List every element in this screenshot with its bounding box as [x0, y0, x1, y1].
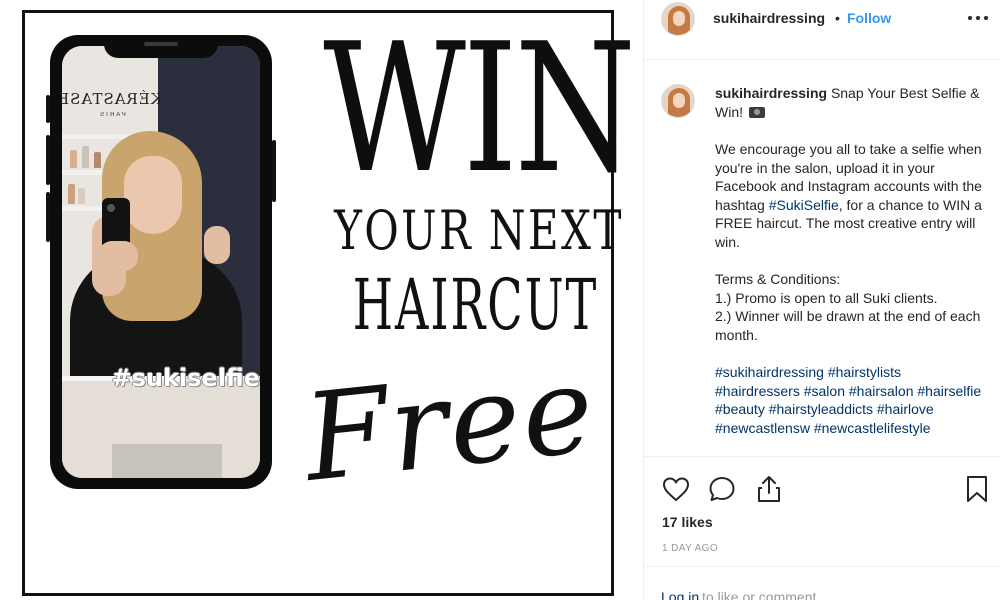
selfie-photo: KÉRASTASE PARIS #sukiselfie [62, 46, 260, 478]
shelf-product [68, 184, 75, 204]
hashtag-link[interactable]: #newcastlensw [715, 420, 810, 436]
hashtag-link[interactable]: #newcastlelifestyle [814, 420, 931, 436]
post-header: sukihairdressing • Follow [644, 0, 1000, 60]
login-link[interactable]: Log in [661, 589, 699, 600]
bookmark-icon[interactable] [962, 474, 992, 504]
comment-bubble-icon[interactable] [707, 474, 737, 504]
person-face [124, 156, 182, 234]
phone-camera [107, 204, 115, 212]
terms-heading: Terms & Conditions: [715, 271, 841, 287]
caption-avatar[interactable] [661, 84, 695, 118]
more-dot [984, 16, 988, 20]
shelf-product [70, 150, 77, 168]
shelf-product [78, 188, 85, 204]
hashtag-link[interactable]: #sukihairdressing [715, 364, 824, 380]
more-dot [976, 16, 980, 20]
post-image[interactable]: KÉRASTASE PARIS #sukiselfie WIN YOUR NEX… [0, 0, 643, 600]
headline-free: Free [298, 340, 602, 509]
counter-drawer [112, 444, 222, 478]
brand-sign-sub: PARIS [98, 112, 126, 118]
username-link[interactable]: sukihairdressing [713, 10, 825, 26]
avatar[interactable] [661, 2, 695, 36]
hashtag-link[interactable]: #hairselfie [917, 383, 981, 399]
phone-notch [104, 35, 218, 58]
shelf-product [82, 146, 89, 168]
person-hand [204, 226, 230, 264]
avatar-face [673, 11, 685, 26]
post-panel: sukihairdressing • Follow sukihairdressi… [643, 0, 1000, 600]
caption-area[interactable]: sukihairdressing Snap Your Best Selfie &… [644, 60, 1000, 456]
hashtag-link[interactable]: #hairlove [877, 401, 934, 417]
brand-sign: KÉRASTASE [62, 90, 162, 108]
inline-hashtag-link[interactable]: #SukiSelfie [769, 197, 839, 213]
term-item: 2.) Winner will be drawn at the end of e… [715, 308, 981, 343]
hashtag-link[interactable]: #salon [804, 383, 845, 399]
phone-speaker [144, 42, 178, 46]
follow-button[interactable]: Follow [847, 10, 891, 26]
hashtag-link[interactable]: #hairstylists [828, 364, 901, 380]
share-upload-icon[interactable] [754, 474, 784, 504]
caption-text: sukihairdressing Snap Your Best Selfie &… [715, 84, 985, 437]
hashtag-link[interactable]: #beauty [715, 401, 765, 417]
post-actions [644, 456, 1000, 516]
hashtag-overlay: #sukiselfie [111, 364, 260, 392]
phone-side-button [272, 140, 276, 202]
heart-icon[interactable] [661, 474, 691, 504]
avatar-face [673, 93, 685, 108]
term-item: 1.) Promo is open to all Suki clients. [715, 289, 938, 306]
hashtag-link[interactable]: #hairstyleaddicts [769, 401, 873, 417]
hashtag-list: #sukihairdressing #hairstylists #hairdre… [715, 363, 985, 437]
shelf-product [94, 152, 101, 168]
more-dot [968, 16, 972, 20]
separator-dot: • [835, 10, 840, 26]
more-options-icon[interactable] [967, 8, 989, 26]
login-prompt-text: to like or comment. [702, 589, 821, 600]
hashtag-link[interactable]: #hairsalon [849, 383, 914, 399]
headline-win: WIN [323, 5, 636, 212]
comment-row: Log in to like or comment. [644, 566, 1000, 600]
headline-haircut: HAIRCUT [352, 264, 599, 346]
caption-username-link[interactable]: sukihairdressing [715, 85, 827, 101]
camera-icon [748, 106, 765, 118]
person-hand [98, 241, 138, 271]
post-date[interactable]: 1 DAY AGO [662, 543, 718, 554]
likes-count[interactable]: 17 likes [662, 514, 713, 530]
headline-your-next: YOUR NEXT [334, 199, 624, 262]
hashtag-link[interactable]: #hairdressers [715, 383, 800, 399]
